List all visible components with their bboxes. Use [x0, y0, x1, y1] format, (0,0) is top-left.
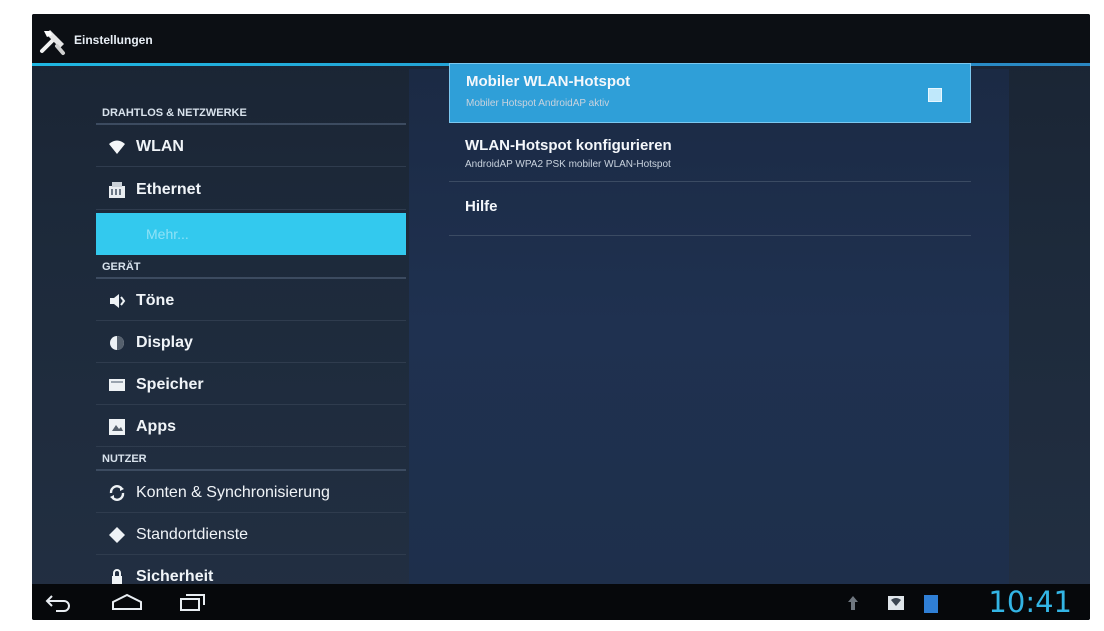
back-icon[interactable]: [44, 592, 74, 612]
location-icon: [109, 526, 125, 543]
sidebar-item-more[interactable]: Mehr...: [96, 213, 406, 255]
sidebar-item-ethernet[interactable]: Ethernet: [96, 170, 406, 210]
sidebar-item-label: Töne: [136, 291, 175, 309]
sidebar-item-label: Konten & Synchronisierung: [136, 483, 330, 501]
pref-divider: [449, 181, 971, 182]
section-header-wireless: DRAHTLOS & NETZWERKE: [102, 107, 247, 119]
wifi-icon: [109, 140, 125, 154]
sidebar-item-storage[interactable]: Speicher: [96, 365, 406, 405]
tools-icon[interactable]: [38, 26, 68, 56]
hotspot-checkbox[interactable]: [928, 88, 942, 102]
recent-apps-icon[interactable]: [178, 592, 208, 612]
section-divider: [96, 469, 406, 471]
sidebar-item-accounts-sync[interactable]: Konten & Synchronisierung: [96, 473, 406, 513]
sidebar-item-label: Apps: [136, 417, 176, 435]
app-title: Einstellungen: [74, 33, 153, 47]
pref-title: Hilfe: [465, 198, 498, 215]
sidebar-item-label: Mehr...: [146, 226, 189, 242]
apps-icon: [109, 418, 125, 435]
storage-icon: [109, 378, 125, 391]
sidebar-item-sound[interactable]: Töne: [96, 281, 406, 321]
sidebar-item-label: Display: [136, 333, 193, 351]
sidebar-item-apps[interactable]: Apps: [96, 407, 406, 447]
blank-icon: [108, 225, 126, 243]
section-header-user: NUTZER: [102, 453, 147, 465]
status-clock: 10:41: [988, 585, 1072, 619]
sidebar-item-label: Standortdienste: [136, 525, 249, 543]
section-header-device: GERÄT: [102, 261, 141, 273]
speaker-icon: [110, 293, 126, 308]
sync-icon: [109, 484, 125, 501]
sidebar-item-location[interactable]: Standortdienste: [96, 515, 406, 555]
tablet-screen: Einstellungen DRAHTLOS & NETZWERKE WLAN …: [32, 14, 1090, 620]
display-icon: [110, 335, 124, 350]
sidebar-item-label: Speicher: [136, 375, 204, 393]
pref-mobile-hotspot[interactable]: Mobiler WLAN-Hotspot Mobiler Hotspot And…: [449, 63, 971, 123]
pref-configure-hotspot[interactable]: WLAN-Hotspot konfigurieren AndroidAP WPA…: [449, 129, 971, 181]
section-divider: [96, 123, 406, 125]
settings-sidebar: DRAHTLOS & NETZWERKE WLAN Ethernet Mehr.…: [96, 69, 406, 585]
pref-divider: [449, 235, 971, 236]
hotspot-notification-icon[interactable]: [887, 594, 905, 612]
system-nav-bar: 10:41: [32, 584, 1090, 620]
sidebar-item-label: Ethernet: [136, 180, 201, 198]
action-bar: Einstellungen: [32, 14, 1090, 66]
sidebar-item-display[interactable]: Display: [96, 323, 406, 363]
pref-title: Mobiler WLAN-Hotspot: [466, 73, 631, 90]
detail-pane: Mobiler WLAN-Hotspot Mobiler Hotspot And…: [409, 63, 1009, 584]
pref-title: WLAN-Hotspot konfigurieren: [465, 137, 672, 154]
pref-summary: Mobiler Hotspot AndroidAP aktiv: [466, 98, 610, 109]
home-icon[interactable]: [110, 592, 144, 612]
sidebar-item-wlan[interactable]: WLAN: [96, 127, 406, 167]
section-divider: [96, 277, 406, 279]
usb-debug-icon[interactable]: [844, 594, 862, 612]
pref-help[interactable]: Hilfe: [449, 185, 971, 233]
sidebar-item-label: WLAN: [136, 137, 184, 155]
pref-summary: AndroidAP WPA2 PSK mobiler WLAN-Hotspot: [465, 159, 671, 170]
battery-icon: [924, 595, 938, 613]
ethernet-icon: [109, 181, 125, 198]
